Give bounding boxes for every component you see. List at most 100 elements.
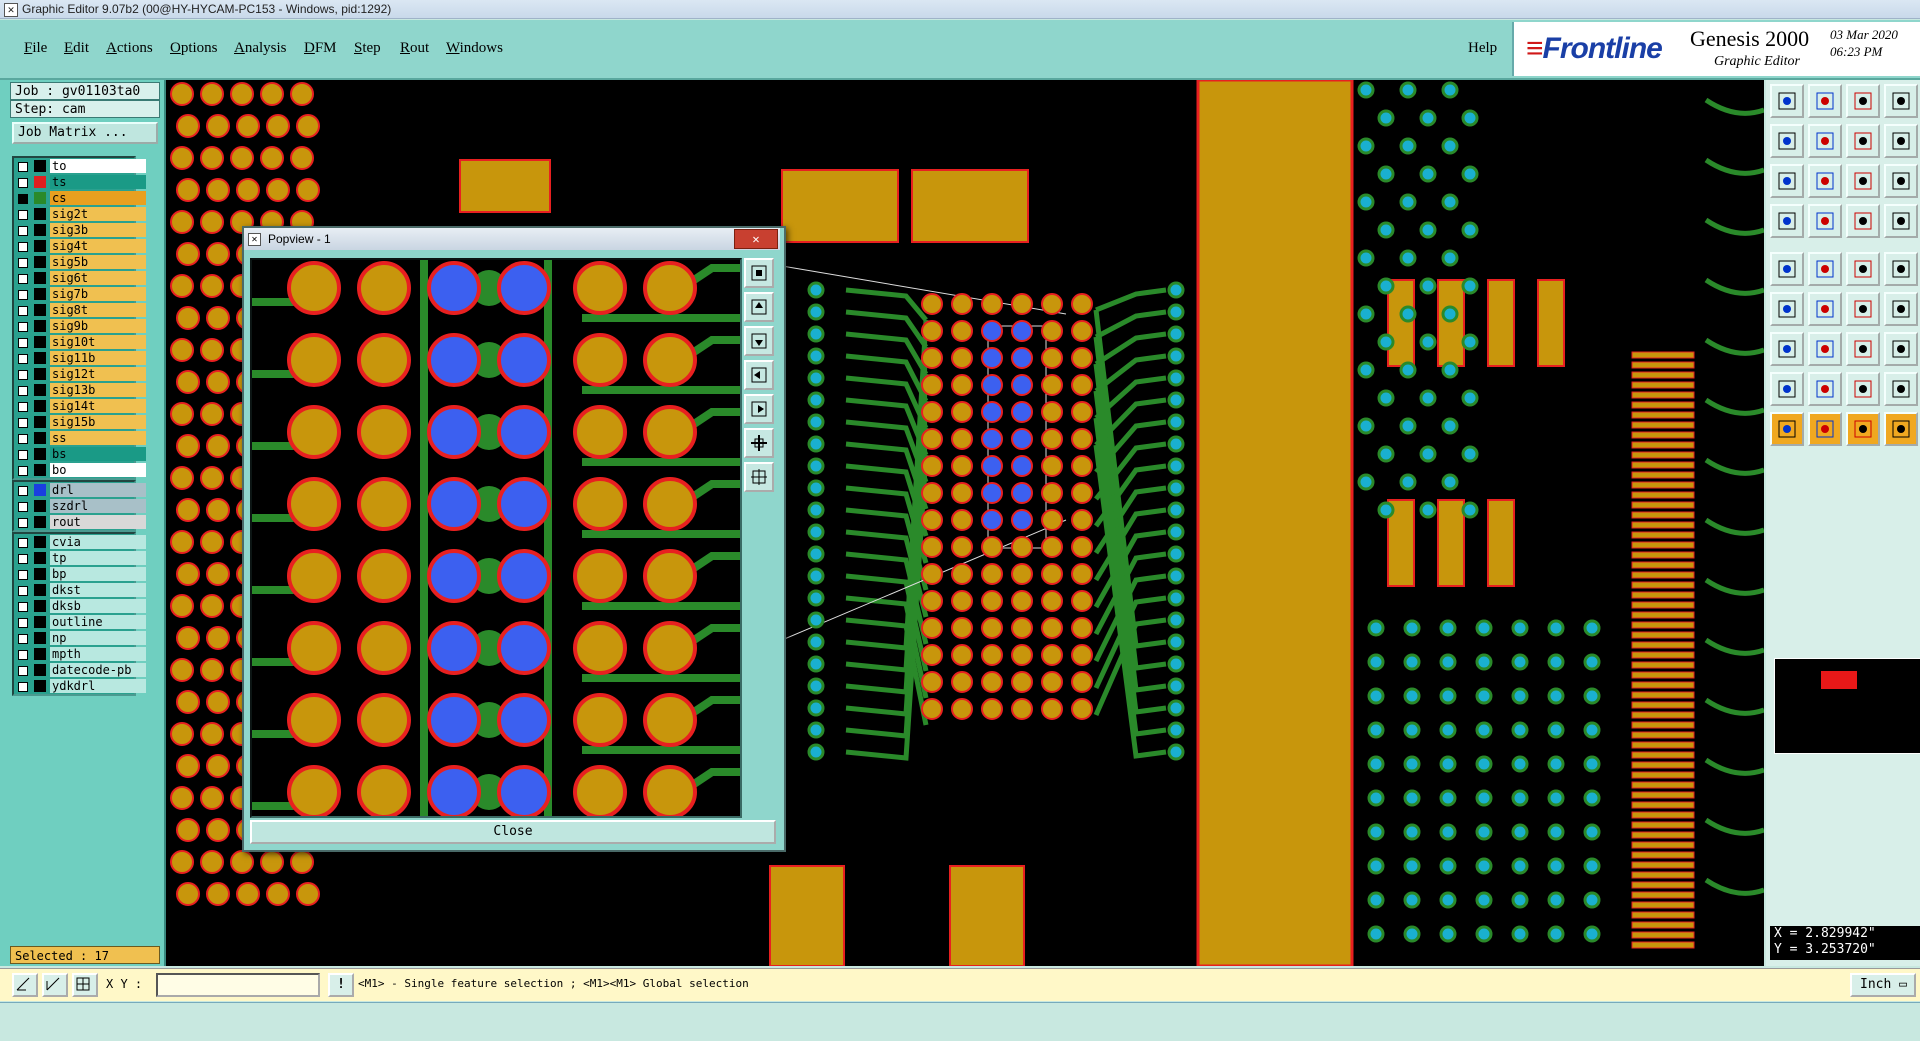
pan-left-button[interactable] bbox=[744, 360, 774, 390]
layer-checkbox[interactable] bbox=[18, 666, 28, 676]
layer-checkbox[interactable] bbox=[18, 634, 28, 644]
layer-color-swatch[interactable] bbox=[34, 192, 46, 204]
hole-icon[interactable] bbox=[1770, 332, 1804, 366]
layer-row-cvia[interactable]: cvia bbox=[14, 534, 146, 550]
layer-checkbox[interactable] bbox=[18, 518, 28, 528]
arc-icon[interactable] bbox=[1846, 252, 1880, 286]
layer-row-dkst[interactable]: dkst bbox=[14, 582, 146, 598]
curve-icon[interactable] bbox=[1846, 292, 1880, 326]
layer-row-ts[interactable]: ts bbox=[14, 174, 146, 190]
layer-name[interactable]: dksb bbox=[50, 599, 146, 613]
edit-tool-icon[interactable] bbox=[1846, 412, 1880, 446]
layer-row-sig15b[interactable]: sig15b bbox=[14, 414, 146, 430]
layer-color-swatch[interactable] bbox=[34, 632, 46, 644]
layer-row-sig8t[interactable]: sig8t bbox=[14, 302, 146, 318]
layer-row-sig3b[interactable]: sig3b bbox=[14, 222, 146, 238]
layer-color-swatch[interactable] bbox=[34, 256, 46, 268]
layer-name[interactable]: sig4t bbox=[50, 239, 146, 253]
hatch-icon[interactable] bbox=[1846, 332, 1880, 366]
zoom-area-icon[interactable] bbox=[1808, 124, 1842, 158]
layer-color-swatch[interactable] bbox=[34, 240, 46, 252]
layer-color-swatch[interactable] bbox=[34, 160, 46, 172]
layer-color-swatch[interactable] bbox=[34, 648, 46, 660]
pan-up-button[interactable] bbox=[744, 292, 774, 322]
zoom-window-icon[interactable] bbox=[1770, 124, 1804, 158]
pan-down-button[interactable] bbox=[744, 326, 774, 356]
measure-icon[interactable] bbox=[42, 973, 68, 997]
layer-color-swatch[interactable] bbox=[34, 552, 46, 564]
layer-color-swatch[interactable] bbox=[34, 616, 46, 628]
route-icon[interactable] bbox=[1808, 164, 1842, 198]
view-fit-icon[interactable] bbox=[1884, 84, 1918, 118]
layer-name[interactable]: szdrl bbox=[50, 499, 146, 513]
pan-right-button[interactable] bbox=[744, 394, 774, 424]
layer-color-swatch[interactable] bbox=[34, 516, 46, 528]
layer-name[interactable]: sig12t bbox=[50, 367, 146, 381]
select-box-icon[interactable] bbox=[1808, 204, 1842, 238]
layer-row-bo[interactable]: bo bbox=[14, 462, 146, 478]
layer-name[interactable]: outline bbox=[50, 615, 146, 629]
layer-color-swatch[interactable] bbox=[34, 416, 46, 428]
pointer-icon[interactable] bbox=[1770, 412, 1804, 446]
layer-row-ss[interactable]: ss bbox=[14, 430, 146, 446]
layer-name[interactable]: cs bbox=[50, 191, 146, 205]
layer-checkbox[interactable] bbox=[18, 306, 28, 316]
layer-color-swatch[interactable] bbox=[34, 680, 46, 692]
layer-name[interactable]: ydkdrl bbox=[50, 679, 146, 693]
layer-color-swatch[interactable] bbox=[34, 664, 46, 676]
layer-color-swatch[interactable] bbox=[34, 352, 46, 364]
layer-color-swatch[interactable] bbox=[34, 176, 46, 188]
layer-name[interactable]: to bbox=[50, 159, 146, 173]
layer-checkbox[interactable] bbox=[18, 466, 28, 476]
layer-checkbox[interactable] bbox=[18, 226, 28, 236]
layer-name[interactable]: bs bbox=[50, 447, 146, 461]
layer-color-swatch[interactable] bbox=[34, 368, 46, 380]
layer-checkbox[interactable] bbox=[18, 586, 28, 596]
layer-up-icon[interactable] bbox=[1770, 372, 1804, 406]
layer-name[interactable]: np bbox=[50, 631, 146, 645]
snap-icon[interactable] bbox=[12, 973, 38, 997]
layer-checkbox[interactable] bbox=[18, 434, 28, 444]
menu-windows[interactable]: Windows bbox=[446, 40, 503, 57]
layer-row-dksb[interactable]: dksb bbox=[14, 598, 146, 614]
layer-checkbox[interactable] bbox=[18, 274, 28, 284]
layer-name[interactable]: tp bbox=[50, 551, 146, 565]
menu-analysis[interactable]: Analysis bbox=[234, 40, 287, 57]
layer-color-swatch[interactable] bbox=[34, 500, 46, 512]
zoom-in-button[interactable] bbox=[744, 428, 774, 458]
layer-row-mpth[interactable]: mpth bbox=[14, 646, 146, 662]
layer-color-swatch[interactable] bbox=[34, 320, 46, 332]
layer-color-swatch[interactable] bbox=[34, 484, 46, 496]
layer-row-sig2t[interactable]: sig2t bbox=[14, 206, 146, 222]
layer-row-bs[interactable]: bs bbox=[14, 446, 146, 462]
popview-title-bar[interactable]: ✕ Popview - 1 bbox=[244, 228, 780, 250]
layer-row-outline[interactable]: outline bbox=[14, 614, 146, 630]
layer-checkbox[interactable] bbox=[18, 554, 28, 564]
layer-name[interactable]: bo bbox=[50, 463, 146, 477]
layer-checkbox[interactable] bbox=[18, 618, 28, 628]
zoom-help-icon[interactable] bbox=[1884, 124, 1918, 158]
menu-help[interactable]: Help bbox=[1468, 40, 1497, 57]
layer-row-np[interactable]: np bbox=[14, 630, 146, 646]
select-point-icon[interactable] bbox=[1884, 204, 1918, 238]
layer-add-icon[interactable] bbox=[1808, 372, 1842, 406]
layer-name[interactable]: cvia bbox=[50, 535, 146, 549]
layer-row-to[interactable]: to bbox=[14, 158, 146, 174]
layer-checkbox[interactable] bbox=[18, 162, 28, 172]
view-prev-icon[interactable] bbox=[1846, 84, 1880, 118]
layer-checkbox[interactable] bbox=[18, 386, 28, 396]
layer-row-ydkdrl[interactable]: ydkdrl bbox=[14, 678, 146, 694]
layer-name[interactable]: sig9b bbox=[50, 319, 146, 333]
layer-row-sig10t[interactable]: sig10t bbox=[14, 334, 146, 350]
measure-icon[interactable] bbox=[1770, 164, 1804, 198]
layer-checkbox[interactable] bbox=[18, 570, 28, 580]
layer-row-sig13b[interactable]: sig13b bbox=[14, 382, 146, 398]
layer-row-szdrl[interactable]: szdrl bbox=[14, 498, 146, 514]
zoom-out-button[interactable] bbox=[744, 462, 774, 492]
layer-name[interactable]: datecode-pb bbox=[50, 663, 146, 677]
layer-name[interactable]: sig3b bbox=[50, 223, 146, 237]
select-move-icon[interactable] bbox=[1884, 412, 1918, 446]
menu-actions[interactable]: Actions bbox=[106, 40, 153, 57]
select-add-icon[interactable] bbox=[1770, 204, 1804, 238]
panel-icon[interactable] bbox=[1884, 292, 1918, 326]
